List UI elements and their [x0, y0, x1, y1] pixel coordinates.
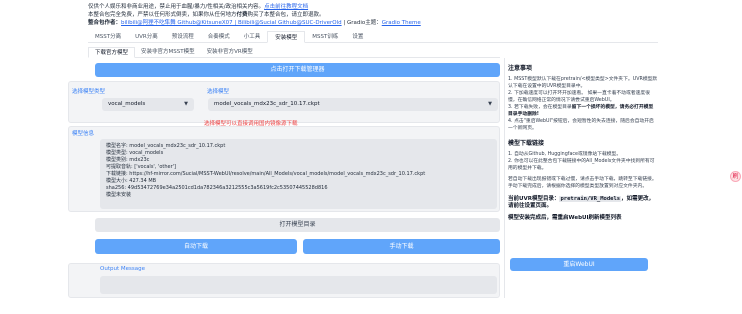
- model-select[interactable]: model_vocals_mdx23c_sdr_10.17.ckpt ▼: [208, 98, 498, 111]
- notes-title: 注意事项: [508, 65, 533, 72]
- output-textbox[interactable]: [100, 276, 497, 294]
- model-info-label: 模型信息: [72, 131, 95, 137]
- subtab-unofficial-msst[interactable]: 安装非官方MSST模型: [135, 47, 201, 58]
- model-value: model_vocals_mdx23c_sdr_10.17.ckpt: [214, 101, 320, 107]
- author-links[interactable]: bilibili@阿狸不吃隼舞 Github@KitsuneX07 | Bili…: [121, 20, 342, 26]
- free-notice-line: 本整合包完全免费，严禁以任何形式倒卖，如果你从任何地方付费购买了本整合包，请立即…: [88, 10, 325, 18]
- install-subtabs: 下载官方模型 安装非官方MSST模型 安装非官方VR模型: [88, 47, 500, 58]
- tab-msst-separation[interactable]: MSST分离: [88, 31, 128, 43]
- link-note: 2. 你也可以在此整合包下载链接中的All_Models文件夹中找到所有可用的模…: [508, 159, 655, 171]
- info-line: 模型名字: model_vocals_mdx23c_sdr_10.17.ckpt: [106, 143, 226, 149]
- subtab-unofficial-vr[interactable]: 安装非官方VR模型: [201, 47, 259, 58]
- tab-msst-training[interactable]: MSST训练: [305, 31, 345, 43]
- tab-preset-flow[interactable]: 预设流程: [165, 31, 201, 43]
- tab-uvr-separation[interactable]: UVR分离: [128, 31, 165, 43]
- info-line: 模型类型: vocal_models: [106, 150, 164, 156]
- download-links-title: 模型下载链接: [508, 140, 545, 147]
- open-download-manager-button[interactable]: 点击打开下载管理器: [95, 63, 500, 77]
- tab-install-models[interactable]: 安装模型: [267, 31, 306, 43]
- uvr-dir-note: 当前UVR模型目录：pretrain/VR_Models，如需更改，请前往设置页…: [508, 196, 658, 210]
- info-line: 可提取音轨: ['vocals', 'other']: [106, 164, 176, 170]
- output-label: Output Message: [100, 266, 145, 272]
- tab-tools[interactable]: 小工具: [237, 31, 268, 43]
- model-label: 选择模型: [207, 89, 230, 95]
- refresh-note: 模型安装完成后，需重启WebUI刷新模型列表: [508, 215, 622, 221]
- link-note-extra: 若自动下载出现报错或下载过慢，请点击手动下载，跳转至下载链接。手动下载完成后，请…: [508, 177, 657, 189]
- note-item: 3. 若下载失败，会在模型目录留下一个损坏的模型，请务必打开模型目录手动删除!: [508, 104, 658, 118]
- theme-label: | Gradio主题：: [341, 20, 382, 26]
- info-line: sha256: 49d53472769e34a2501cd1da782346a3…: [106, 185, 328, 191]
- model-type-select[interactable]: vocal_models ▼: [102, 98, 194, 111]
- info-line: 模型大小: 427.34 MB: [106, 178, 157, 184]
- auto-download-button[interactable]: 自动下载: [95, 239, 297, 254]
- note-item: 4. 点击"重启WebUI"按钮后，会短暂性的失去连接，随后会自动开启一个新网页…: [508, 119, 654, 131]
- disclaimer-line: 仅供个人娱乐和非商业用途，禁止用于血腥/暴力/性相关/政治相关内容。点击前往教程…: [88, 2, 308, 10]
- link-note: 1. 自动从Github, Huggingface或镜像站下载模型。: [508, 152, 622, 157]
- open-model-dir-button[interactable]: 打开模型目录: [95, 218, 500, 232]
- manual-download-button[interactable]: 手动下载: [303, 239, 500, 254]
- model-info-textbox[interactable]: 模型名字: model_vocals_mdx23c_sdr_10.17.ckpt…: [100, 139, 497, 209]
- main-tabs: MSST分离 UVR分离 预设流程 合奏模式 小工具 安装模型 MSST训练 设…: [88, 31, 658, 43]
- tab-settings[interactable]: 设置: [345, 31, 370, 43]
- translate-float-icon[interactable]: 刷: [730, 171, 741, 182]
- info-line: 模型未安装: [106, 192, 132, 198]
- model-type-label: 选择模型类型: [72, 89, 106, 95]
- subtab-official-download[interactable]: 下载官方模型: [88, 47, 136, 58]
- note-item: 1. MSST模型默认下载在pretrain/<模型类型>文件夹下。UVR模型默…: [508, 77, 658, 89]
- column-divider: [504, 58, 505, 298]
- side-column: 注意事项 1. MSST模型默认下载在pretrain/<模型类型>文件夹下。U…: [508, 63, 658, 222]
- model-type-value: vocal_models: [108, 101, 146, 107]
- uvr-dir-code: pretrain/VR_Models: [559, 196, 622, 202]
- tab-ensemble[interactable]: 合奏模式: [201, 31, 237, 43]
- credits-line: 整合包作者：bilibili@阿狸不吃隼舞 Github@KitsuneX07 …: [88, 18, 421, 26]
- info-line: 下载链接: https://hf-mirror.com/Sucial/MSST-…: [106, 171, 426, 177]
- note-bold: 留下一个损坏的模型，请务必: [571, 105, 635, 110]
- restart-webui-button[interactable]: 重启WebUI: [510, 258, 648, 271]
- note-text: 3. 若下载失败，会在模型目录: [508, 105, 572, 110]
- info-line: 模型类别: mdx23c: [106, 157, 150, 163]
- uvr-dir-prefix: 当前UVR模型目录：: [508, 196, 560, 202]
- chevron-down-icon: ▼: [488, 101, 492, 107]
- note-item: 2. 下加载速度可以打开环开加速看。 如果一直卡着不动或者速度很慢，在确信网络正…: [508, 91, 650, 103]
- theme-link[interactable]: Gradio Theme: [382, 20, 421, 26]
- credits-label: 整合包作者：: [88, 20, 122, 26]
- chevron-down-icon: ▼: [184, 101, 188, 107]
